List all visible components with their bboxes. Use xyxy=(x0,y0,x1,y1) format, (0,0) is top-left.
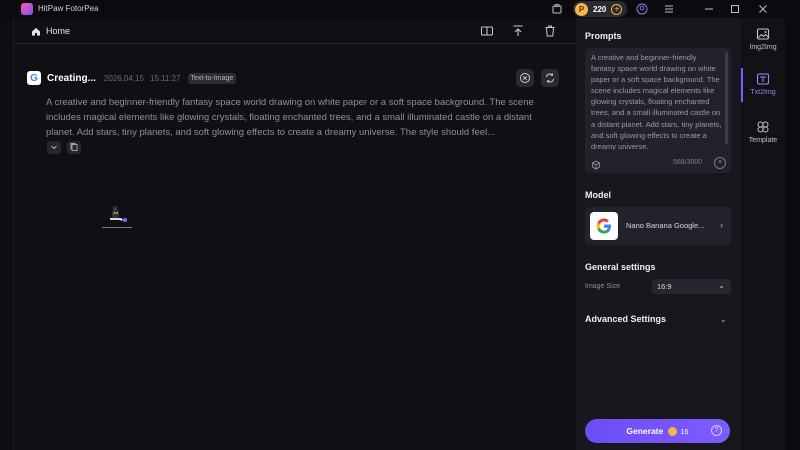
image-size-label: Image Size xyxy=(585,283,621,290)
minimize-icon[interactable] xyxy=(703,3,715,15)
generate-label: Generate xyxy=(626,426,664,436)
trash-icon[interactable] xyxy=(543,24,557,38)
prompt-input[interactable]: A creative and beginner-friendly fantasy… xyxy=(585,48,731,173)
copy-prompt-button[interactable] xyxy=(67,141,81,154)
menu-icon[interactable] xyxy=(663,3,675,15)
task-time: 15:11:27 xyxy=(149,73,181,83)
model-selector[interactable]: Nano Banana Google... › xyxy=(585,207,731,245)
chevron-down-icon[interactable]: ⌄ xyxy=(720,315,727,324)
task-title: Creating... xyxy=(47,72,96,84)
maximize-icon[interactable] xyxy=(729,3,741,15)
task-prompt-text: A creative and beginner-friendly fantasy… xyxy=(46,97,534,138)
rail-label-img2img: Img2Img xyxy=(749,44,777,51)
cube-icon[interactable] xyxy=(591,157,601,170)
prompt-input-text[interactable]: A creative and beginner-friendly fantasy… xyxy=(591,52,722,150)
help-icon[interactable]: ? xyxy=(711,425,722,436)
clear-prompt-icon[interactable]: × xyxy=(714,157,726,169)
credits-count: 220 xyxy=(593,4,607,14)
rail-item-img2img[interactable]: Img2Img xyxy=(741,27,785,51)
cancel-task-button[interactable] xyxy=(516,69,534,87)
title-bar: HitPaw FotorPea P 220 + xyxy=(0,0,800,18)
window-edge xyxy=(785,18,800,450)
model-heading: Model xyxy=(585,190,611,200)
home-icon xyxy=(32,27,40,35)
prompts-heading: Prompts xyxy=(585,31,622,41)
coin-icon: P xyxy=(575,2,588,16)
image-size-value: 16:9 xyxy=(657,282,672,291)
generating-placeholder xyxy=(101,201,133,231)
rail-item-txt2img[interactable]: Txt2Img xyxy=(741,72,785,96)
expand-prompt-button[interactable] xyxy=(47,141,61,154)
account-icon[interactable] xyxy=(636,3,648,15)
main-pane: Home G Creating... 2026.04.15 15:11:27 T… xyxy=(13,18,577,450)
rail-label-template: Template xyxy=(748,137,778,144)
chevron-right-icon: › xyxy=(720,220,723,230)
credits-badge[interactable]: P 220 + xyxy=(573,1,627,17)
compare-icon[interactable] xyxy=(480,24,494,38)
rail-label-txt2img: Txt2Img xyxy=(750,89,776,96)
app-logo-icon xyxy=(21,3,33,15)
prompt-scrollbar[interactable] xyxy=(725,52,728,144)
task-date: 2026.04.15 xyxy=(103,73,144,83)
screenshot-icon[interactable] xyxy=(551,3,563,15)
close-icon[interactable] xyxy=(757,3,769,15)
chevron-down-icon: ⌄ xyxy=(718,281,725,290)
image-size-select[interactable]: 16:9 ⌄ xyxy=(652,279,731,294)
upload-icon[interactable] xyxy=(511,24,525,38)
home-link[interactable]: Home xyxy=(31,26,70,36)
google-logo-icon: G xyxy=(27,71,41,85)
home-label: Home xyxy=(46,26,71,36)
app-title: HitPaw FotorPea xyxy=(38,4,99,13)
char-count: 568/3000 xyxy=(673,159,703,166)
settings-panel: Prompts A creative and beginner-friendly… xyxy=(576,18,741,450)
rail-item-template[interactable]: Template xyxy=(741,120,785,144)
text-image-icon xyxy=(756,73,770,85)
template-icon xyxy=(757,121,769,133)
main-toolbar: Home xyxy=(14,18,577,44)
task-header: G Creating... 2026.04.15 15:11:27 Text-t… xyxy=(27,70,237,86)
add-credits-icon[interactable]: + xyxy=(611,3,623,15)
coin-icon xyxy=(668,426,678,436)
image-icon xyxy=(756,28,770,40)
general-settings-heading: General settings xyxy=(585,262,656,272)
model-name: Nano Banana Google... xyxy=(626,221,705,230)
task-type-tag: Text-to-Image xyxy=(187,72,237,84)
advanced-settings-toggle[interactable]: Advanced Settings xyxy=(585,314,666,324)
regenerate-button[interactable] xyxy=(541,69,559,87)
generate-button[interactable]: Generate 16 ? xyxy=(585,419,730,443)
generate-cost: 16 xyxy=(680,426,689,436)
google-logo-icon xyxy=(590,212,618,240)
mode-rail: Img2Img Txt2Img Template xyxy=(741,18,785,450)
